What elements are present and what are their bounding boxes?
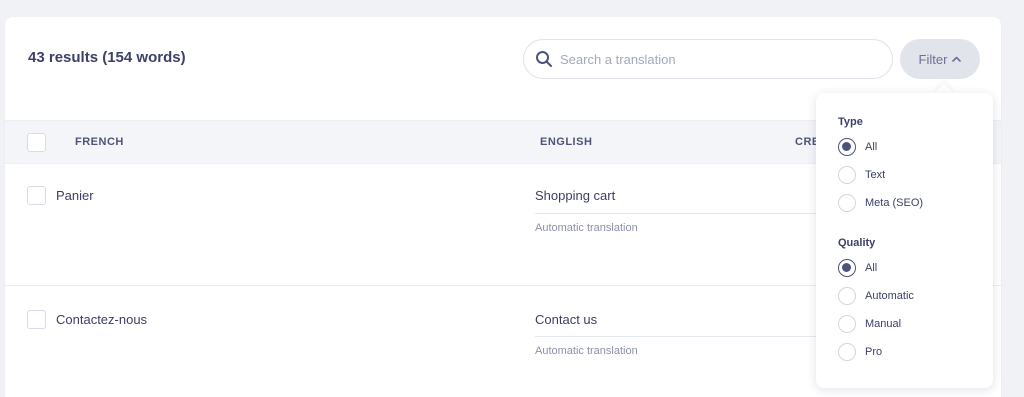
filter-group-quality-title: Quality: [838, 237, 876, 249]
type-option-text[interactable]: Text: [838, 165, 885, 185]
column-header-french[interactable]: FRENCH: [75, 136, 124, 148]
option-label: All: [865, 141, 878, 153]
source-text: Panier: [56, 188, 94, 203]
search-box[interactable]: [523, 39, 893, 79]
search-input[interactable]: [560, 40, 880, 78]
quality-option-automatic[interactable]: Automatic: [838, 286, 914, 306]
option-label: Automatic: [865, 290, 914, 302]
row-checkbox[interactable]: [27, 310, 46, 329]
type-option-all[interactable]: All: [838, 137, 877, 157]
chevron-up-icon: [952, 56, 962, 62]
option-label: Manual: [865, 318, 902, 330]
quality-option-pro[interactable]: Pro: [838, 342, 882, 362]
column-header-english[interactable]: ENGLISH: [540, 136, 592, 148]
row-checkbox[interactable]: [27, 186, 46, 205]
translation-type: Automatic translation: [535, 345, 638, 357]
target-divider: [535, 336, 835, 337]
option-label: Pro: [865, 346, 883, 358]
radio-button[interactable]: [838, 287, 856, 305]
option-label: Meta (SEO): [865, 197, 924, 209]
radio-button-checked[interactable]: [838, 138, 856, 156]
select-all-checkbox[interactable]: [27, 133, 46, 152]
translation-type: Automatic translation: [535, 222, 638, 234]
radio-button-checked[interactable]: [838, 259, 856, 277]
radio-button[interactable]: [838, 315, 856, 333]
target-divider: [535, 213, 835, 214]
filter-group-type-title: Type: [838, 116, 863, 128]
radio-button[interactable]: [838, 343, 856, 361]
option-label: All: [865, 262, 878, 274]
target-text[interactable]: Contact us: [535, 312, 597, 327]
radio-button[interactable]: [838, 194, 856, 212]
filter-button[interactable]: Filter: [900, 39, 980, 79]
search-icon: [536, 51, 552, 67]
type-option-meta-seo[interactable]: Meta (SEO): [838, 193, 923, 213]
source-text: Contactez-nous: [56, 312, 148, 327]
quality-option-manual[interactable]: Manual: [838, 314, 901, 334]
target-text[interactable]: Shopping cart: [535, 188, 615, 203]
quality-option-all[interactable]: All: [838, 258, 877, 278]
filter-button-label: Filter: [918, 51, 948, 67]
option-label: Text: [865, 169, 886, 181]
filter-dropdown: Type All Text Meta (SEO) Quality All Aut…: [816, 93, 993, 388]
results-count-title: 43 results (154 words): [28, 49, 186, 66]
radio-button[interactable]: [838, 166, 856, 184]
